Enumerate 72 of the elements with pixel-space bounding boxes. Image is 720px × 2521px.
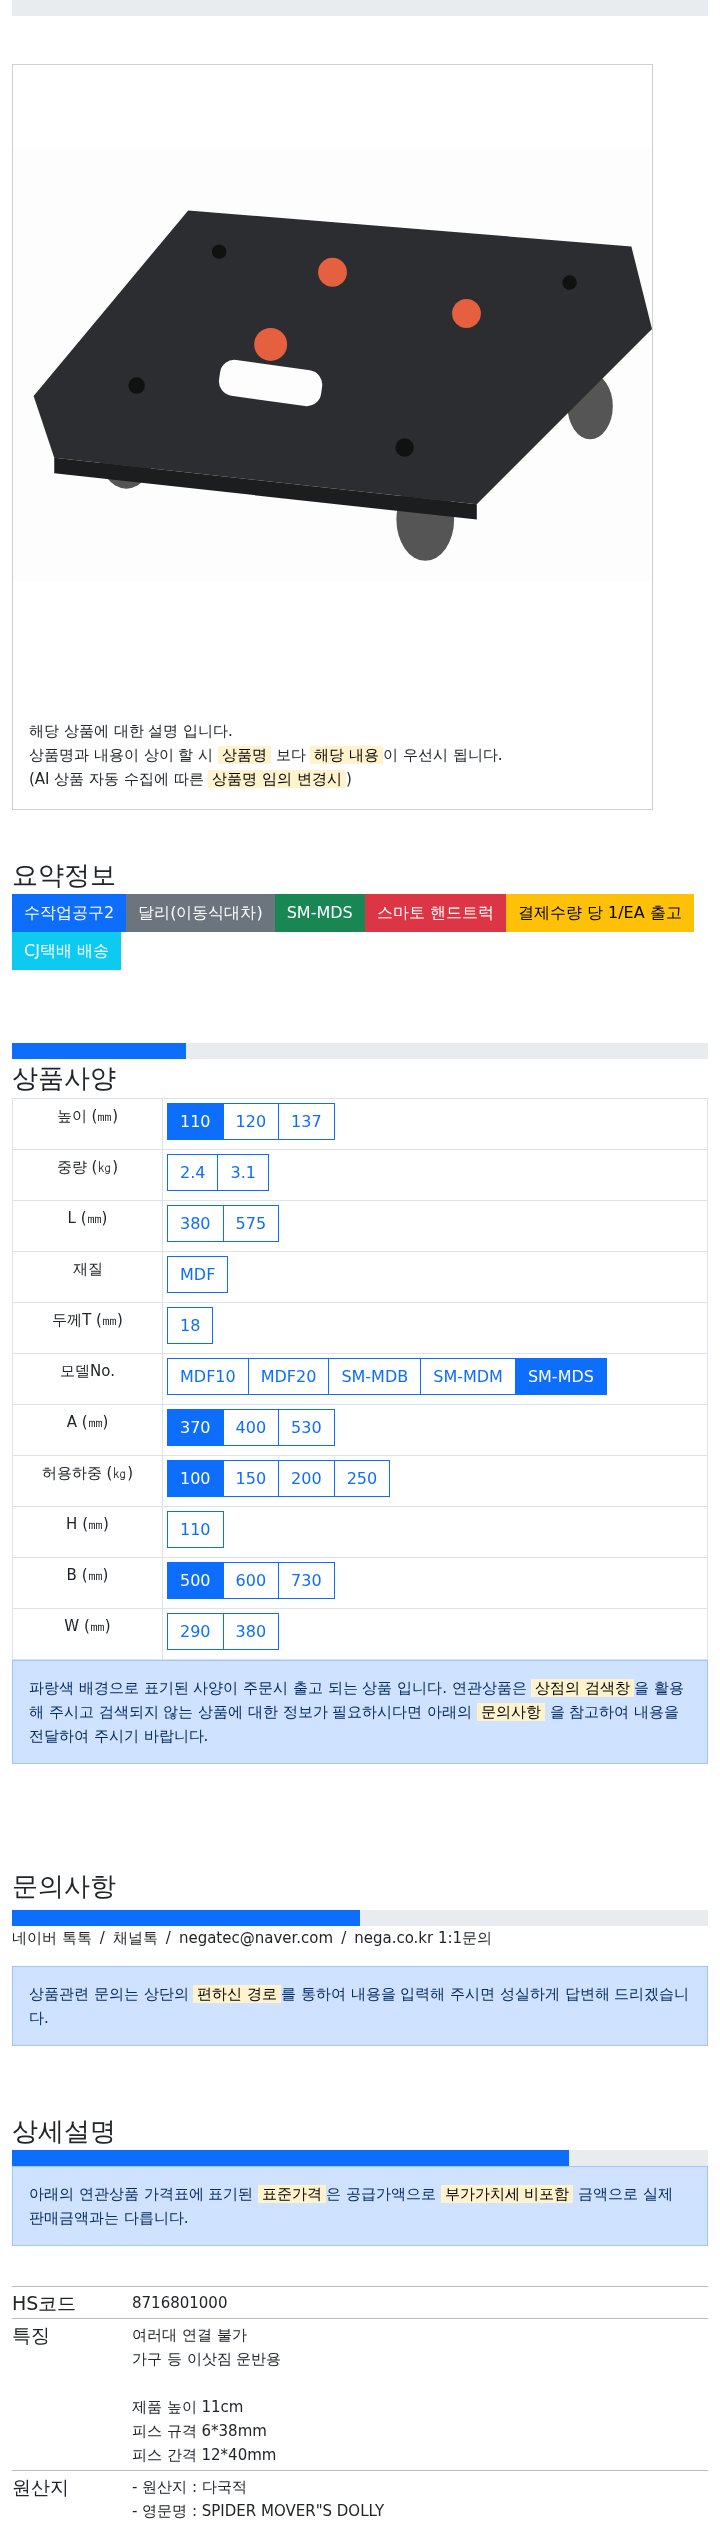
section-title: 상품사양: [12, 1062, 117, 1095]
option-button[interactable]: 110: [167, 1103, 224, 1140]
spec-label: B (㎜): [66, 1565, 109, 1586]
detail-text: 피스 규격 6*38mm: [132, 2421, 268, 2442]
tag: 결제수량 당 1/EA 출고: [505, 894, 694, 932]
tag: 수작업공구2: [12, 894, 127, 932]
section-title: 상세설명: [12, 2115, 117, 2148]
section-title: 문의사항: [12, 1870, 117, 1903]
notice-box: 아래의 연관상품 가격표에 표기된 표준가격 은 공급가액으로 부가가치세 비포함 금액으로 실제 판매금액과는 다릅니다.: [12, 2166, 708, 2246]
detail-text: - 영문명 : SPIDER MOVER"S DOLLY: [132, 2501, 385, 2521]
detail-text: 제품 높이 11cm: [132, 2397, 245, 2418]
spec-label: L (㎜): [67, 1208, 108, 1229]
spec-label: 높이 (㎜): [56, 1106, 119, 1127]
separator: /: [99, 1928, 105, 1949]
spec-label: W (㎜): [64, 1616, 111, 1637]
option-button[interactable]: 575: [222, 1205, 280, 1242]
option-button[interactable]: 380: [222, 1613, 280, 1650]
detail-text: 가구 등 이삿짐 운반용: [132, 2349, 282, 2370]
option-button[interactable]: MDF: [167, 1256, 229, 1293]
spec-label: 두께T (㎜): [52, 1310, 123, 1331]
option-button[interactable]: MDF20: [247, 1358, 330, 1395]
spec-label: H (㎜): [66, 1514, 109, 1535]
option-button[interactable]: 400: [222, 1409, 280, 1446]
option-button[interactable]: 110: [167, 1511, 224, 1548]
option-button[interactable]: 250: [333, 1460, 391, 1497]
section-title: 요약정보: [12, 859, 117, 892]
detail-label: HS코드: [12, 2291, 78, 2315]
option-button[interactable]: 150: [222, 1460, 280, 1497]
option-button[interactable]: 3.1: [217, 1154, 269, 1191]
detail-text: 피스 간격 12*40mm: [132, 2445, 278, 2466]
spec-label: 재질: [72, 1259, 103, 1280]
contact-link[interactable]: 네이버 톡톡: [12, 1926, 92, 1950]
option-button[interactable]: 137: [278, 1103, 335, 1140]
option-button[interactable]: SM-MDS: [514, 1358, 607, 1395]
detail-text: 여러대 연결 불가: [132, 2325, 248, 2346]
notice-box: 파랑색 배경으로 표기된 사양이 주문시 출고 되는 상품 입니다. 연관상품은 상점의 검색창 을 활용해 주시고 검색되지 않는 상품에 대한 정보가 필요하시다면 아래의 문의사항 을 참고하여 내용을 전달하여 주시기 바랍니다.: [12, 1660, 708, 1764]
detail-label: 원산지: [12, 2475, 70, 2500]
tag: 스마토 핸드트럭: [364, 894, 506, 932]
option-button[interactable]: 380: [167, 1205, 224, 1242]
tag: CJ택배 배송: [12, 932, 121, 970]
contact-link[interactable]: 채널톡: [112, 1926, 158, 1950]
spec-label: 허용하중 (㎏): [41, 1463, 134, 1484]
option-button[interactable]: 530: [278, 1409, 335, 1446]
detail-text: - 원산지 : 다국적: [132, 2477, 248, 2498]
tag: 달리(이동식대차): [126, 894, 275, 932]
option-button[interactable]: 2.4: [167, 1154, 219, 1191]
option-button[interactable]: 730: [278, 1562, 335, 1599]
tag: SM-MDS: [274, 894, 365, 932]
contact-link[interactable]: nega.co.kr 1:1문의: [354, 1926, 493, 1950]
spec-label: 모델No.: [60, 1361, 115, 1382]
spec-label: 중량 (㎏): [56, 1157, 119, 1178]
option-button[interactable]: SM-MDM: [420, 1358, 516, 1395]
option-button[interactable]: 120: [222, 1103, 280, 1140]
option-button[interactable]: MDF10: [167, 1358, 249, 1395]
contact-link[interactable]: negatec@naver.com: [178, 1926, 334, 1950]
detail-label: 특징: [12, 2323, 51, 2348]
spec-label: A (㎜): [66, 1412, 109, 1433]
option-button[interactable]: 18: [167, 1307, 214, 1344]
option-button[interactable]: 370: [167, 1409, 224, 1446]
option-button[interactable]: 100: [167, 1460, 224, 1497]
description-text: 상품명과 내용이 상이 할 시 상품명 보다 해당 내용 이 우선시 됩니다.: [29, 745, 504, 766]
option-button[interactable]: 200: [278, 1460, 335, 1497]
option-button[interactable]: SM-MDB: [328, 1358, 422, 1395]
separator: /: [341, 1928, 347, 1949]
option-button[interactable]: 290: [167, 1613, 224, 1650]
description-text: (AI 상품 자동 수집에 따른 상품명 임의 변경시 ): [29, 769, 353, 790]
option-button[interactable]: 600: [222, 1562, 280, 1599]
description-text: 해당 상품에 대한 설명 입니다.: [29, 721, 234, 742]
option-button[interactable]: 500: [167, 1562, 224, 1599]
detail-text: 8716801000: [132, 2293, 228, 2314]
notice-box: 상품관련 문의는 상단의 편하신 경로 를 통하여 내용을 입력해 주시면 성실하게 답변해 드리겠습니다.: [12, 1966, 708, 2046]
separator: /: [165, 1928, 171, 1949]
